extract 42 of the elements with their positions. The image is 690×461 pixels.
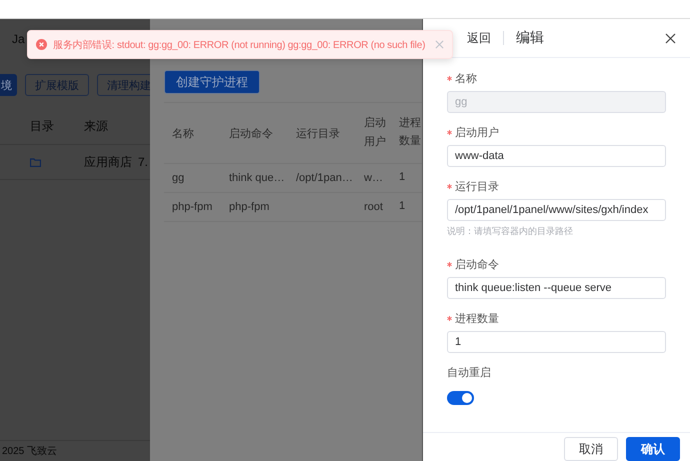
field-label: 运行目录: [455, 180, 499, 194]
table-cell-text: 1: [398, 199, 406, 214]
input-field: gg: [447, 91, 666, 113]
error-icon: [36, 39, 47, 50]
column-header: 来源: [84, 118, 109, 134]
confirm-button[interactable]: 确认: [626, 437, 680, 461]
column-header: 运行目录: [295, 126, 341, 140]
page-title: Ja: [12, 32, 25, 46]
column-header: 进程数量: [398, 116, 422, 149]
drawer-title: 编辑: [516, 29, 545, 47]
input-field[interactable]: 1: [447, 331, 666, 353]
cancel-button[interactable]: 取消: [564, 437, 618, 461]
column-header: 启动用户: [363, 116, 387, 150]
back-link[interactable]: 返回: [467, 30, 491, 46]
input-field[interactable]: think queue:listen --queue serve: [447, 277, 666, 299]
footer-text: 2025 飞致云: [2, 445, 58, 458]
field-label: 进程数量: [455, 312, 499, 326]
column-header: 名称: [171, 126, 195, 140]
help-text: 说明：请填写容器内的目录路径: [447, 225, 574, 238]
table-cell-text: 1: [398, 170, 406, 186]
table-cell-text: 应用商店: [84, 154, 133, 170]
toggle-switch[interactable]: [447, 391, 474, 405]
field-label: 启动命令: [455, 258, 499, 272]
field-label: 启动用户: [455, 126, 499, 140]
table-cell-text: php-fpm: [171, 201, 214, 213]
column-header: 启动命令: [228, 126, 274, 140]
input-field[interactable]: /opt/1panel/1panel/www/sites/gxh/index: [447, 199, 666, 221]
table-cell-text: think que…: [228, 172, 286, 184]
table-cell-text: php-fpm: [228, 201, 270, 213]
error-message: 服务内部错误: stdout: gg:gg_00: ERROR (not running) gg:gg_00: ERROR (no such file): [53, 38, 426, 52]
primary-button[interactable]: 境: [0, 74, 17, 96]
table-cell-text: 7.: [138, 155, 150, 169]
field-label: 自动重启: [447, 366, 491, 380]
input-field[interactable]: www-data: [447, 145, 666, 167]
close-icon[interactable]: [665, 32, 676, 44]
table-cell-text: /opt/1pan…: [295, 172, 354, 184]
table-cell-text: root: [363, 201, 384, 213]
column-header: 目录: [29, 118, 55, 134]
table-cell-text: gg: [171, 172, 186, 184]
field-label: 名称: [455, 72, 477, 86]
create-process-button[interactable]: 创建守护进程: [164, 70, 260, 94]
table-cell-text: w…: [363, 172, 384, 184]
